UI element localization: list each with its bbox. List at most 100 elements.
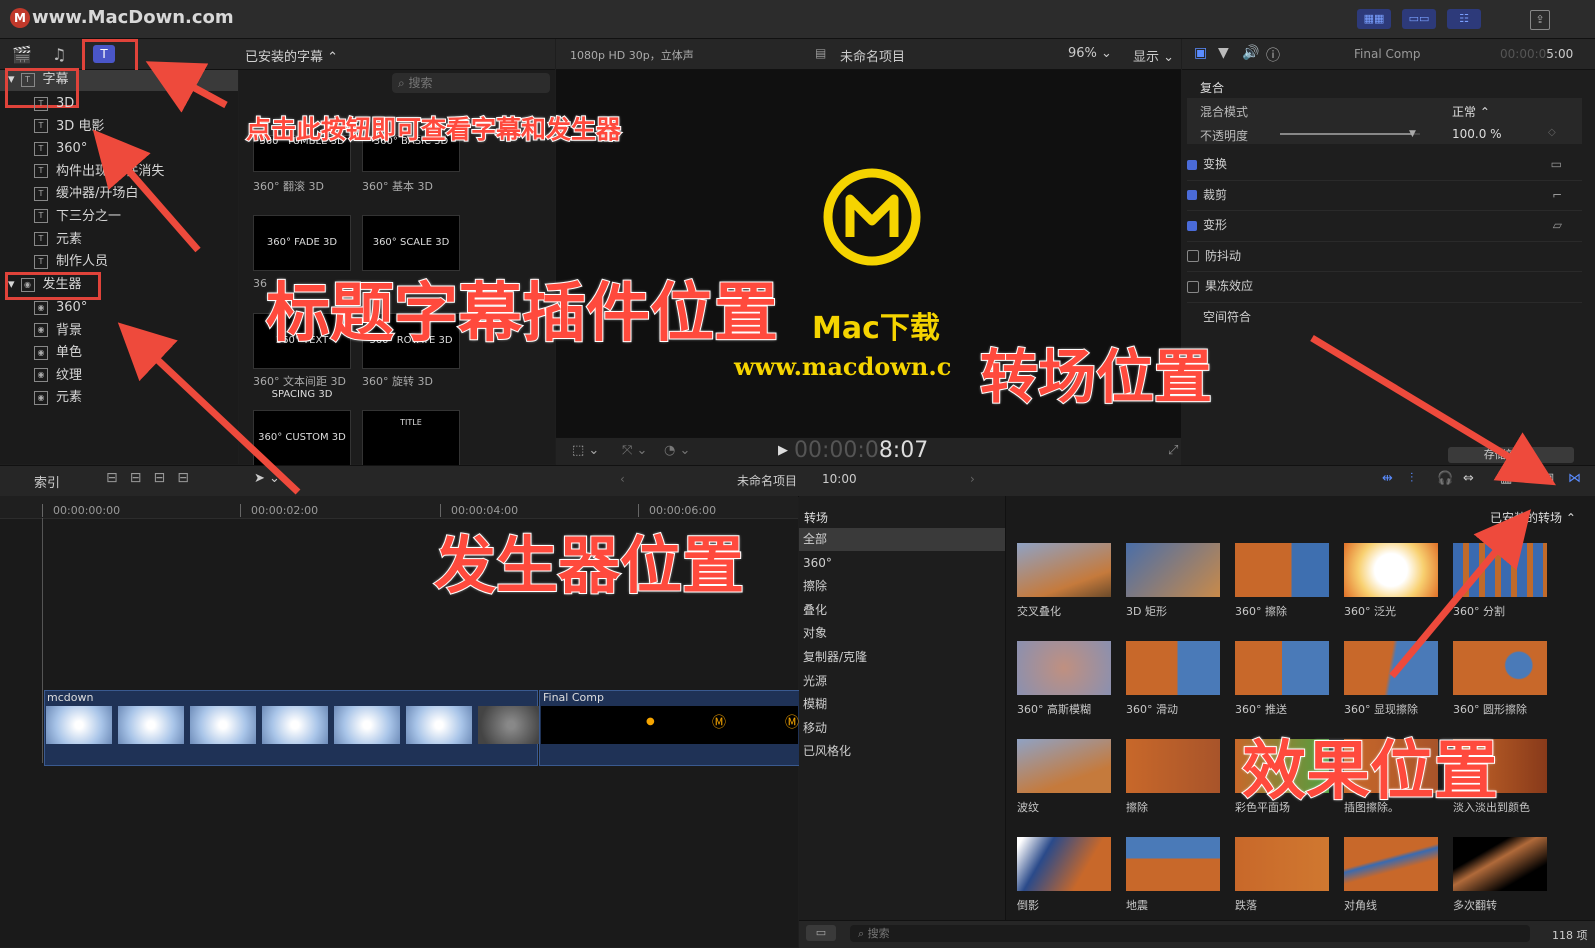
transition-item[interactable]: 3D 矩形 <box>1126 543 1220 619</box>
inspector-row-rolling-shutter[interactable]: 果冻效应 <box>1187 272 1582 303</box>
sidebar-item-title[interactable]: T 360° <box>34 138 234 161</box>
play-button[interactable]: ▶ <box>778 443 788 458</box>
distort-icon[interactable]: ▱ <box>1553 211 1562 240</box>
transition-thumbnail[interactable] <box>1017 641 1111 695</box>
checkbox-icon[interactable] <box>1187 250 1199 262</box>
transition-category[interactable]: 擦除 <box>799 575 1005 599</box>
transitions-search-input[interactable]: ⌕ 搜索 <box>850 925 1530 942</box>
transition-item[interactable]: 跌落 <box>1235 837 1329 913</box>
layout-button-2[interactable]: ▭▭ <box>1402 9 1436 29</box>
transition-item[interactable]: 360° 滑动 <box>1126 641 1220 717</box>
installed-transitions-menu[interactable]: 已安装的转场 ⌃ <box>1490 509 1576 526</box>
transition-item[interactable]: 地震 <box>1126 837 1220 913</box>
transition-thumbnail[interactable] <box>1453 641 1547 695</box>
transition-thumbnail[interactable] <box>1017 739 1111 793</box>
blend-mode-select[interactable]: 正常 ⌃ <box>1452 103 1490 120</box>
transition-category[interactable]: 模糊 <box>799 693 1005 717</box>
browser-title[interactable]: 已安装的字幕 ⌃ <box>245 46 338 65</box>
inspector-row-spatial-conform[interactable]: 空间符合 <box>1187 303 1582 333</box>
title-thumb[interactable]: TITLE <box>362 410 460 466</box>
checkbox-icon[interactable] <box>1187 159 1197 170</box>
skimming-icon[interactable]: ⇹ <box>1382 471 1393 486</box>
audio-inspector-icon[interactable]: 🔊 <box>1242 45 1259 61</box>
transition-item[interactable]: 波纹 <box>1017 739 1111 815</box>
transition-thumbnail[interactable] <box>1235 641 1329 695</box>
transition-thumbnail[interactable] <box>1126 837 1220 891</box>
transition-thumbnail[interactable] <box>1453 543 1547 597</box>
transition-item[interactable]: 360° 分割 <box>1453 543 1547 619</box>
crop-icon[interactable]: ⌐ <box>1552 181 1562 210</box>
solo-icon[interactable]: 🎧 <box>1437 471 1453 486</box>
checkbox-icon[interactable] <box>1187 280 1199 293</box>
checkbox-icon[interactable] <box>1187 190 1197 200</box>
photos-audio-icon[interactable]: ♫ <box>52 45 66 64</box>
transition-thumbnail[interactable] <box>1126 641 1220 695</box>
libraries-icon[interactable]: 🎬 <box>12 45 32 64</box>
inspector-row-transform[interactable]: 变换 ▭ <box>1187 150 1582 181</box>
checkbox-icon[interactable] <box>1187 220 1197 231</box>
video-inspector-icon[interactable]: ▣ <box>1194 45 1207 61</box>
edit-buttons-icon[interactable]: ⊟⊟⊟⊟ <box>106 470 201 486</box>
transform-icon[interactable]: ▭ <box>1551 150 1562 179</box>
transition-thumbnail[interactable] <box>1344 837 1438 891</box>
transition-category[interactable]: 全部 <box>799 528 1005 552</box>
transition-thumbnail[interactable] <box>1453 837 1547 891</box>
transition-item[interactable]: 360° 圆形擦除 <box>1453 641 1547 717</box>
sidebar-item-generator[interactable]: ◉ 元素 <box>34 387 234 410</box>
transition-item[interactable]: 对角线 <box>1344 837 1438 913</box>
inspector-row-stabilization[interactable]: 防抖动 <box>1187 242 1582 272</box>
snapping-icon[interactable]: ⇔ <box>1463 471 1474 486</box>
transition-item[interactable]: 多次翻转 <box>1453 837 1547 913</box>
transition-item[interactable]: 交叉叠化 <box>1017 543 1111 619</box>
transition-thumbnail[interactable] <box>1126 543 1220 597</box>
inspector-row-distort[interactable]: 变形 ▱ <box>1187 211 1582 242</box>
transition-thumbnail[interactable] <box>1235 837 1329 891</box>
transition-thumbnail[interactable] <box>1344 543 1438 597</box>
transition-item[interactable]: 360° 擦除 <box>1235 543 1329 619</box>
index-button[interactable]: 索引 <box>34 472 60 491</box>
transition-thumbnail[interactable] <box>1017 837 1111 891</box>
sidebar-item-title[interactable]: T 构件出现/构件消失 <box>34 161 234 184</box>
sidebar-item-title[interactable]: T 缓冲器/开场白 <box>34 183 234 206</box>
sidebar-item-generator[interactable]: ◉ 背景 <box>34 320 234 343</box>
share-icon[interactable]: ⇪ <box>1530 10 1550 30</box>
viewer-zoom[interactable]: 96% ⌄ <box>1068 46 1112 61</box>
transition-category[interactable]: 移动 <box>799 717 1005 741</box>
save-effects-preset-button[interactable]: 存储效果... <box>1448 447 1574 463</box>
opacity-value[interactable]: 100.0 % <box>1452 127 1502 141</box>
title-thumb[interactable]: 360° CUSTOM 3D <box>253 410 351 466</box>
sidebar-item-title[interactable]: T 元素 <box>34 229 234 252</box>
sidebar-item-generator[interactable]: ◉ 360° <box>34 297 234 320</box>
transition-category[interactable]: 已风格化 <box>799 740 1005 764</box>
speed-icon[interactable]: ◔ ⌄ <box>664 443 690 458</box>
sidebar-item-title[interactable]: T 3D <box>34 93 234 116</box>
effects-browser-icon[interactable]: ▣ <box>1542 471 1554 486</box>
transitions-browser-icon[interactable]: ⋈ <box>1568 471 1581 486</box>
keyframe-icon[interactable]: ◇ <box>1548 127 1556 138</box>
fullscreen-icon[interactable]: ⤢ <box>1168 443 1178 458</box>
transition-item[interactable]: 360° 泛光 <box>1344 543 1438 619</box>
color-inspector-icon[interactable]: ▼ <box>1218 45 1229 61</box>
layout-button-1[interactable]: ▦▦ <box>1357 9 1391 29</box>
transition-item[interactable]: 擦除 <box>1126 739 1220 815</box>
transition-thumbnail[interactable] <box>1017 543 1111 597</box>
audio-skimming-icon[interactable]: ⫶ <box>1410 471 1413 486</box>
transition-category[interactable]: 光源 <box>799 670 1005 694</box>
layout-button-3[interactable]: ☷ <box>1447 9 1481 29</box>
transition-thumbnail[interactable] <box>1344 641 1438 695</box>
transform-tools-icon[interactable]: ⤧ ⌄ <box>622 443 647 458</box>
transition-item[interactable]: 360° 高斯模糊 <box>1017 641 1111 717</box>
sidebar-item-generator[interactable]: ◉ 单色 <box>34 342 234 365</box>
info-inspector-icon[interactable]: ⓘ <box>1266 45 1280 65</box>
transition-thumbnail[interactable] <box>1235 543 1329 597</box>
transition-item[interactable]: 倒影 <box>1017 837 1111 913</box>
sidebar-item-title[interactable]: T 下三分之一 <box>34 206 234 229</box>
viewer-layout-icon[interactable]: ⬚ ⌄ <box>572 443 599 458</box>
history-forward-icon[interactable]: › <box>970 472 975 486</box>
transition-category[interactable]: 360° <box>799 552 1005 576</box>
transition-item[interactable]: 360° 显现擦除 <box>1344 641 1438 717</box>
select-tool-icon[interactable]: ➤ ⌄ <box>254 471 280 486</box>
viewer-display-menu[interactable]: 显示 ⌄ <box>1133 46 1174 65</box>
transition-item[interactable]: 360° 推送 <box>1235 641 1329 717</box>
history-back-icon[interactable]: ‹ <box>620 472 625 486</box>
